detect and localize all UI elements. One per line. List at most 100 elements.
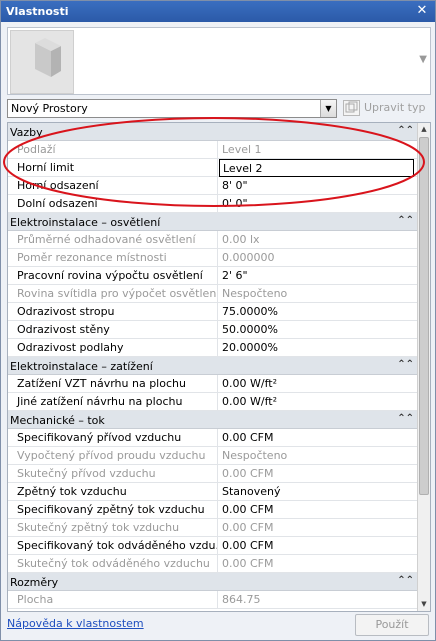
property-value[interactable]: 50.0000% xyxy=(219,321,418,338)
type-preview: ▼ xyxy=(7,27,431,95)
property-name: Odrazivost stěny xyxy=(8,321,218,338)
property-value[interactable]: 20.0000% xyxy=(219,339,418,356)
property-row[interactable]: Specifikovaný tok odváděného vzdu... 0.00… xyxy=(8,537,418,555)
group-header[interactable]: Vazby ⌃⌃ xyxy=(8,123,418,141)
property-value: 0.00 CFM xyxy=(222,467,274,480)
property-value: 864.75 xyxy=(222,593,261,606)
property-row: Podlaží Level 1 xyxy=(8,141,418,159)
property-row: Průměrné odhadované osvětlení 0.00 lx xyxy=(8,231,418,249)
property-name: Jiné zatížení návrhu na plochu xyxy=(8,393,218,410)
property-value[interactable]: 0.00 CFM xyxy=(219,429,418,446)
property-name: Odrazivost podlahy xyxy=(8,339,218,356)
collapse-icon[interactable]: ⌃⌃ xyxy=(397,413,414,424)
property-row[interactable]: Specifikovaný přívod vzduchu 0.00 CFM xyxy=(8,429,418,447)
property-name: Horní odsazení xyxy=(8,177,218,194)
scroll-down-icon[interactable]: ▼ xyxy=(418,598,430,611)
window-title: Vlastnosti xyxy=(6,5,69,18)
property-value: Nespočteno xyxy=(222,287,288,300)
property-value[interactable]: 0.00 W/ft² xyxy=(219,393,418,410)
property-row[interactable]: Odrazivost stěny 50.0000% xyxy=(8,321,418,339)
property-row[interactable]: Zpětný tok vzduchu Stanovený xyxy=(8,483,418,501)
property-name: Specifikovaný tok odváděného vzdu... xyxy=(8,537,218,554)
group-label: Elektroinstalace – zatížení xyxy=(10,360,153,373)
group-label: Vazby xyxy=(10,126,43,139)
close-icon[interactable]: ✕ xyxy=(414,3,430,19)
property-name: Dolní odsazení xyxy=(8,195,218,212)
property-value: 0.00 lx xyxy=(222,233,260,246)
properties-grid: Vazby ⌃⌃ Podlaží Level 1 Horní limit Level 2H… xyxy=(7,122,431,612)
property-name: Zpětný tok vzduchu xyxy=(8,483,218,500)
group-header[interactable]: Elektroinstalace – osvětlení ⌃⌃ xyxy=(8,213,418,231)
property-row: Skutečný přívod vzduchu 0.00 CFM xyxy=(8,465,418,483)
property-name: Pracovní rovina výpočtu osvětlení xyxy=(8,267,218,284)
property-row[interactable]: Odrazivost podlahy 20.0000% xyxy=(8,339,418,357)
group-header[interactable]: Rozměry ⌃⌃ xyxy=(8,573,418,591)
scrollbar-thumb[interactable] xyxy=(419,137,429,495)
property-name: Skutečný přívod vzduchu xyxy=(8,465,218,482)
preview-scroll-down-icon[interactable]: ▼ xyxy=(419,54,427,65)
property-value[interactable]: 8' 0" xyxy=(219,177,418,194)
title-bar[interactable]: Vlastnosti ✕ xyxy=(1,1,435,22)
property-value: Nespočteno xyxy=(222,449,288,462)
property-value: 0.00 CFM xyxy=(222,521,274,534)
property-value[interactable]: 0.00 CFM xyxy=(219,537,418,554)
property-name: Průměrné odhadované osvětlení xyxy=(8,231,218,248)
property-value-editor[interactable]: Level 2 xyxy=(219,159,414,177)
property-row: Poměr rezonance místnosti 0.000000 xyxy=(8,249,418,267)
property-row[interactable]: Specifikovaný zpětný tok vzduchu 0.00 CFM xyxy=(8,501,418,519)
properties-window: Vlastnosti ✕ ▼ Nový Prostory ▼ Upravit t… xyxy=(0,0,436,641)
property-name: Skutečný tok odváděného vzduchu xyxy=(8,555,218,572)
property-row[interactable]: Odrazivost stropu 75.0000% xyxy=(8,303,418,321)
property-name: Podlaží xyxy=(8,141,218,158)
property-value: 0.000000 xyxy=(222,251,275,264)
edit-type-icon xyxy=(343,100,360,116)
property-value: 0.00 CFM xyxy=(222,557,274,570)
group-label: Elektroinstalace – osvětlení xyxy=(10,216,161,229)
property-value[interactable]: Stanovený xyxy=(219,483,418,500)
collapse-icon[interactable]: ⌃⌃ xyxy=(397,125,414,136)
scroll-up-icon[interactable]: ▲ xyxy=(418,123,430,136)
property-row[interactable]: Jiné zatížení návrhu na plochu 0.00 W/ft² xyxy=(8,393,418,411)
property-row: Skutečný zpětný tok vzduchu 0.00 CFM xyxy=(8,519,418,537)
property-row[interactable]: Zatížení VZT návrhu na plochu 0.00 W/ft² xyxy=(8,375,418,393)
room-thumbnail xyxy=(10,30,74,94)
type-selector-value: Nový Prostory xyxy=(11,102,88,115)
collapse-icon[interactable]: ⌃⌃ xyxy=(397,215,414,226)
edit-type-button[interactable]: Upravit typ xyxy=(342,99,434,118)
property-name: Specifikovaný zpětný tok vzduchu xyxy=(8,501,218,518)
room-thumbnail-icon xyxy=(35,38,61,77)
edit-type-label: Upravit typ xyxy=(364,101,426,114)
collapse-icon[interactable]: ⌃⌃ xyxy=(397,359,414,370)
property-value[interactable]: 0' 0" xyxy=(219,195,418,212)
property-row[interactable]: Horní limit Level 2 xyxy=(8,159,418,177)
vertical-scrollbar[interactable]: ▲ ▼ xyxy=(417,123,430,611)
property-name: Rovina svítidla pro výpočet osvětlení xyxy=(8,285,218,302)
property-value[interactable]: 0.00 CFM xyxy=(219,501,418,518)
property-name: Horní limit xyxy=(8,159,218,176)
property-row[interactable]: Dolní odsazení 0' 0" xyxy=(8,195,418,213)
group-header[interactable]: Mechanické – tok ⌃⌃ xyxy=(8,411,418,429)
property-value: Level 1 xyxy=(222,143,262,156)
property-value[interactable]: 75.0000% xyxy=(219,303,418,320)
group-label: Rozměry xyxy=(10,576,59,589)
property-row: Skutečný tok odváděného vzduchu 0.00 CFM xyxy=(8,555,418,573)
apply-button[interactable]: Použít xyxy=(355,614,429,636)
property-value[interactable]: 2' 6" xyxy=(219,267,418,284)
property-row[interactable]: Pracovní rovina výpočtu osvětlení 2' 6" xyxy=(8,267,418,285)
property-row: Vypočtený přívod proudu vzduchu Nespočten… xyxy=(8,447,418,465)
property-value[interactable]: 0.00 W/ft² xyxy=(219,375,418,392)
property-row[interactable]: Horní odsazení 8' 0" xyxy=(8,177,418,195)
type-selector-dropdown[interactable]: Nový Prostory ▼ xyxy=(7,99,337,118)
chevron-down-icon[interactable]: ▼ xyxy=(320,100,336,117)
property-name: Vypočtený přívod proudu vzduchu xyxy=(8,447,218,464)
property-name: Odrazivost stropu xyxy=(8,303,218,320)
group-header[interactable]: Elektroinstalace – zatížení ⌃⌃ xyxy=(8,357,418,375)
property-name: Skutečný zpětný tok vzduchu xyxy=(8,519,218,536)
collapse-icon[interactable]: ⌃⌃ xyxy=(397,575,414,586)
help-link[interactable]: Nápověda k vlastnostem xyxy=(7,617,144,630)
property-row: Plocha 864.75 xyxy=(8,591,418,609)
property-name: Plocha xyxy=(8,591,218,608)
property-row: Rovina svítidla pro výpočet osvětlení Nes… xyxy=(8,285,418,303)
property-name: Zatížení VZT návrhu na plochu xyxy=(8,375,218,392)
property-name: Specifikovaný přívod vzduchu xyxy=(8,429,218,446)
